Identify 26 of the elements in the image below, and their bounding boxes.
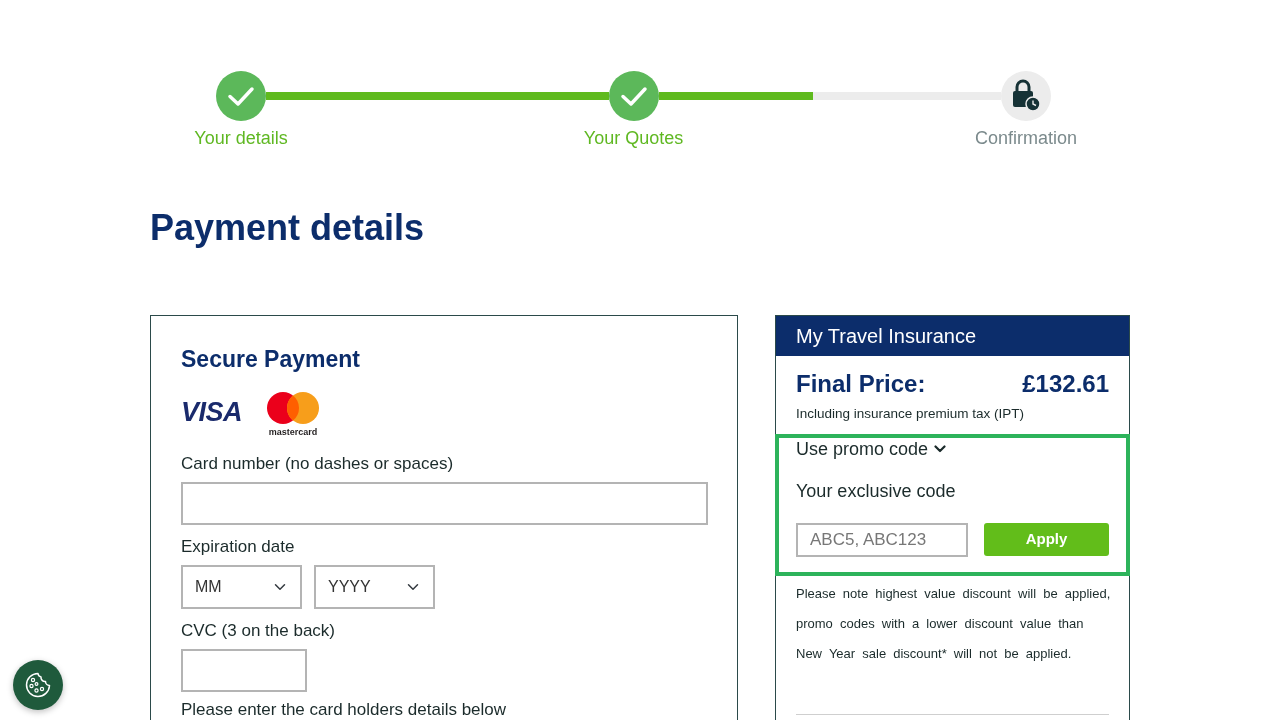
field-label: Expiration date bbox=[181, 536, 295, 558]
chevron-down-icon bbox=[934, 445, 947, 453]
page-title: Payment details bbox=[150, 206, 425, 250]
summary-header: My Travel Insurance bbox=[776, 316, 1129, 356]
instruction-text: Please enter the card holders details below bbox=[181, 700, 507, 720]
step-label: Confirmation bbox=[974, 127, 1077, 149]
price-value: £132.61 bbox=[1022, 369, 1109, 399]
field-label: CVC (3 on the back) bbox=[181, 620, 335, 642]
dropdown[interactable]: YYYY bbox=[314, 565, 435, 609]
input-field[interactable] bbox=[181, 482, 708, 525]
step-label: Your details bbox=[194, 127, 288, 149]
price-label: Final Price: bbox=[796, 369, 926, 399]
dropdown[interactable]: MM bbox=[181, 565, 302, 609]
field-label: Your exclusive code bbox=[796, 480, 956, 502]
disclaimer-text: Please note highest value discount will be applied, promo codes with a lower discount value than New Year sale discount* will not be applied. bbox=[796, 585, 1112, 663]
promo-code-toggle[interactable]: Use promo code bbox=[796, 438, 947, 460]
field-label: Card number (no dashes or spaces) bbox=[181, 453, 454, 475]
input-field[interactable] bbox=[181, 649, 307, 692]
step-label: Your Quotes bbox=[583, 127, 684, 149]
tax-note: Including insurance premium tax (IPT) bbox=[796, 405, 1025, 423]
card-brand-logo: mastercard bbox=[264, 391, 323, 437]
card-title: Secure Payment bbox=[181, 345, 360, 374]
cookie-icon bbox=[24, 671, 52, 699]
promo-code-field[interactable]: ABC5, ABC123 bbox=[796, 523, 968, 557]
card-brand-logo: VISA bbox=[181, 397, 243, 427]
cookie-settings-button[interactable] bbox=[13, 660, 63, 710]
